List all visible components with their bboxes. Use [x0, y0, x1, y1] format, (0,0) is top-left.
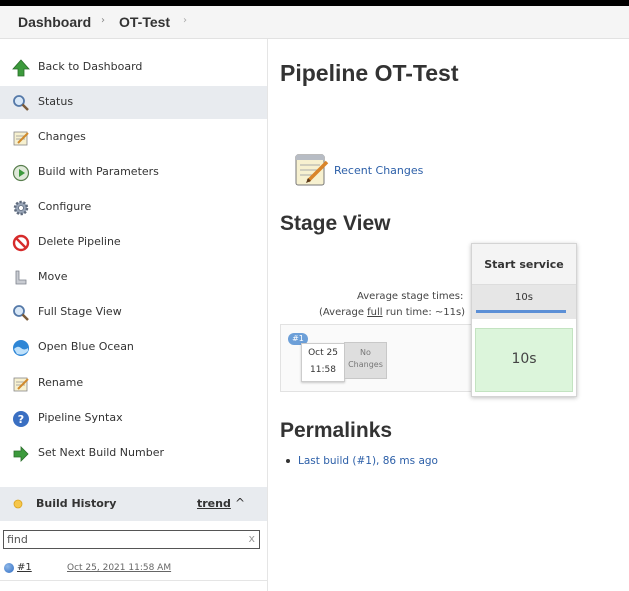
sidebar-item-label: Open Blue Ocean — [38, 340, 134, 353]
sidebar-item-status[interactable]: Status — [0, 86, 267, 119]
build-status-ball-icon — [4, 563, 14, 573]
clear-filter-icon[interactable]: x — [248, 532, 255, 545]
sidebar-item-set-next-build-number[interactable]: Set Next Build Number — [0, 437, 267, 470]
sidebar-item-label: Delete Pipeline — [38, 235, 121, 248]
collapse-chevron-icon[interactable]: ^ — [235, 496, 245, 510]
breadcrumb-separator-icon: › — [183, 15, 187, 26]
sidebar-item-label: Set Next Build Number — [38, 446, 164, 459]
build-filter: x — [3, 530, 260, 549]
clock-icon — [12, 164, 30, 182]
stage-header: Start service — [472, 244, 576, 285]
up-arrow-icon — [12, 59, 30, 77]
breadcrumb-dashboard[interactable]: Dashboard — [18, 14, 91, 30]
right-arrow-icon — [13, 446, 29, 462]
sidebar-item-label: Back to Dashboard — [38, 60, 143, 73]
help-icon: ? — [13, 411, 29, 427]
stage-name: Start service — [484, 258, 564, 271]
build-number-link[interactable]: #1 — [17, 562, 32, 573]
build-date: Oct 25 — [308, 348, 338, 358]
list-bullet — [286, 459, 290, 463]
sidebar-item-build-with-parameters[interactable]: Build with Parameters — [0, 156, 267, 189]
notepad-icon — [13, 377, 29, 392]
breadcrumb-job[interactable]: OT-Test — [119, 14, 170, 30]
stage-cell-time: 10s — [511, 351, 537, 367]
sun-icon — [13, 499, 23, 509]
magnifier-icon — [13, 305, 29, 321]
sidebar-item-label: Rename — [38, 376, 84, 389]
svg-text:?: ? — [18, 413, 24, 426]
no-changes-line-2: Changes — [348, 360, 383, 369]
stage-cell-success[interactable]: 10s — [475, 328, 573, 392]
no-changes-box: No Changes — [344, 342, 387, 379]
sidebar-item-label: Status — [38, 95, 74, 108]
full-run-link[interactable]: full — [367, 307, 382, 318]
sidebar-item-move[interactable]: Move — [0, 261, 267, 294]
build-history-header: Build History trend ^ — [0, 487, 267, 521]
breadcrumb: Dashboard › OT-Test › — [0, 6, 629, 39]
no-entry-icon — [12, 234, 30, 252]
sidebar-item-label: Move — [38, 270, 68, 283]
build-row: #1 Oct 25 11:58 No Changes — [280, 324, 471, 392]
stage-average-time: 10s — [515, 292, 533, 303]
notepad-icon — [13, 131, 29, 146]
blue-ocean-icon — [13, 340, 29, 356]
build-time: 11:58 — [310, 365, 336, 375]
build-date-link[interactable]: Oct 25, 2021 11:58 AM — [67, 563, 171, 573]
average-stage-times-label: Average stage times: — [357, 291, 464, 302]
sidebar-item-rename[interactable]: Rename — [0, 367, 267, 400]
build-card[interactable]: Oct 25 11:58 — [301, 343, 345, 382]
trend-link[interactable]: trend — [197, 497, 231, 510]
gear-icon — [13, 200, 29, 216]
sidebar-item-back-to-dashboard[interactable]: Back to Dashboard — [0, 51, 267, 84]
magnifier-icon — [13, 95, 29, 111]
sidebar-item-open-blue-ocean[interactable]: Open Blue Ocean — [0, 331, 267, 364]
notepad-icon — [295, 154, 329, 186]
stage-view-heading: Stage View — [280, 212, 391, 235]
sidebar: Back to Dashboard Status Changes Build w… — [0, 39, 268, 591]
sidebar-item-label: Full Stage View — [38, 305, 122, 318]
stage-average-bar — [476, 310, 566, 313]
sidebar-item-label: Changes — [38, 130, 86, 143]
sidebar-item-delete-pipeline[interactable]: Delete Pipeline — [0, 226, 267, 259]
sidebar-item-pipeline-syntax[interactable]: ? Pipeline Syntax — [0, 402, 267, 435]
build-history-row: #1 Oct 25, 2021 11:58 AM — [0, 557, 267, 581]
recent-changes-link[interactable]: Recent Changes — [334, 164, 423, 177]
pipe-icon — [15, 270, 27, 285]
stage-average: 10s — [472, 285, 576, 319]
build-history-title: Build History — [36, 497, 117, 510]
sidebar-item-configure[interactable]: Configure — [0, 191, 267, 224]
average-run-time-label: (Average full run time: ~11s) — [319, 307, 466, 318]
permalinks-heading: Permalinks — [280, 419, 393, 442]
permalink-last-build[interactable]: Last build (#1), 86 ms ago — [298, 455, 438, 467]
main-panel: Pipeline OT-Test Recent Changes Stage Vi… — [268, 39, 629, 591]
no-changes-line-1: No — [360, 348, 371, 357]
build-filter-input[interactable] — [7, 532, 237, 547]
sidebar-item-label: Pipeline Syntax — [38, 411, 123, 424]
page-title: Pipeline OT-Test — [280, 60, 459, 86]
sidebar-item-label: Configure — [38, 200, 92, 213]
sidebar-item-label: Build with Parameters — [38, 165, 159, 178]
sidebar-item-changes[interactable]: Changes — [0, 121, 267, 154]
sidebar-item-full-stage-view[interactable]: Full Stage View — [0, 296, 267, 329]
stage-column: Start service 10s 10s — [471, 243, 577, 397]
breadcrumb-separator-icon: › — [101, 15, 105, 26]
